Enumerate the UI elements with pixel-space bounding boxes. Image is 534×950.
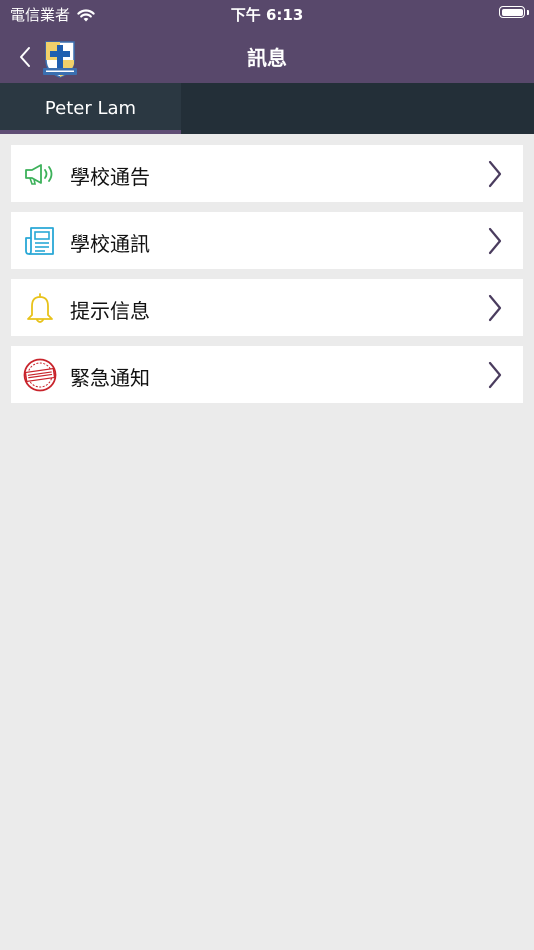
- chevron-right-icon: [488, 227, 502, 255]
- tab-label: Peter Lam: [44, 98, 137, 119]
- urgent-stamp-icon: [23, 358, 57, 392]
- menu-item-label: 學校通訊: [70, 232, 150, 256]
- megaphone-icon: [25, 164, 53, 185]
- status-bar: 電信業者 下午 6:13: [0, 0, 534, 28]
- menu-item-school-notice[interactable]: 學校通告: [11, 145, 523, 202]
- battery-tip: [527, 10, 529, 15]
- page-title: 訊息: [247, 46, 287, 70]
- menu-item-reminder[interactable]: 提示信息: [11, 279, 523, 336]
- menu-item-label: 緊急通知: [70, 366, 150, 390]
- battery-icon: [499, 6, 525, 18]
- menu-item-label: 學校通告: [70, 165, 150, 189]
- tab-peter-lam[interactable]: Peter Lam: [0, 83, 181, 134]
- menu-item-label: 提示信息: [70, 299, 150, 323]
- navigation-bar: 訊息: [0, 28, 534, 83]
- tab-active-indicator: [0, 130, 181, 134]
- menu-item-school-newsletter[interactable]: 學校通訊: [11, 212, 523, 269]
- battery-level: [501, 8, 523, 16]
- status-time: 下午 6:13: [230, 6, 304, 24]
- chevron-right-icon: [488, 160, 502, 188]
- bell-icon: [27, 293, 53, 323]
- chevron-right-icon: [488, 361, 502, 389]
- chevron-right-icon: [488, 294, 502, 322]
- newsletter-icon: [25, 227, 54, 255]
- message-menu-list: 學校通告 學校通訊 提示信息 緊急通知: [11, 145, 523, 413]
- user-tab-bar: Peter Lam: [0, 83, 534, 134]
- menu-item-emergency-notice[interactable]: 緊急通知: [11, 346, 523, 403]
